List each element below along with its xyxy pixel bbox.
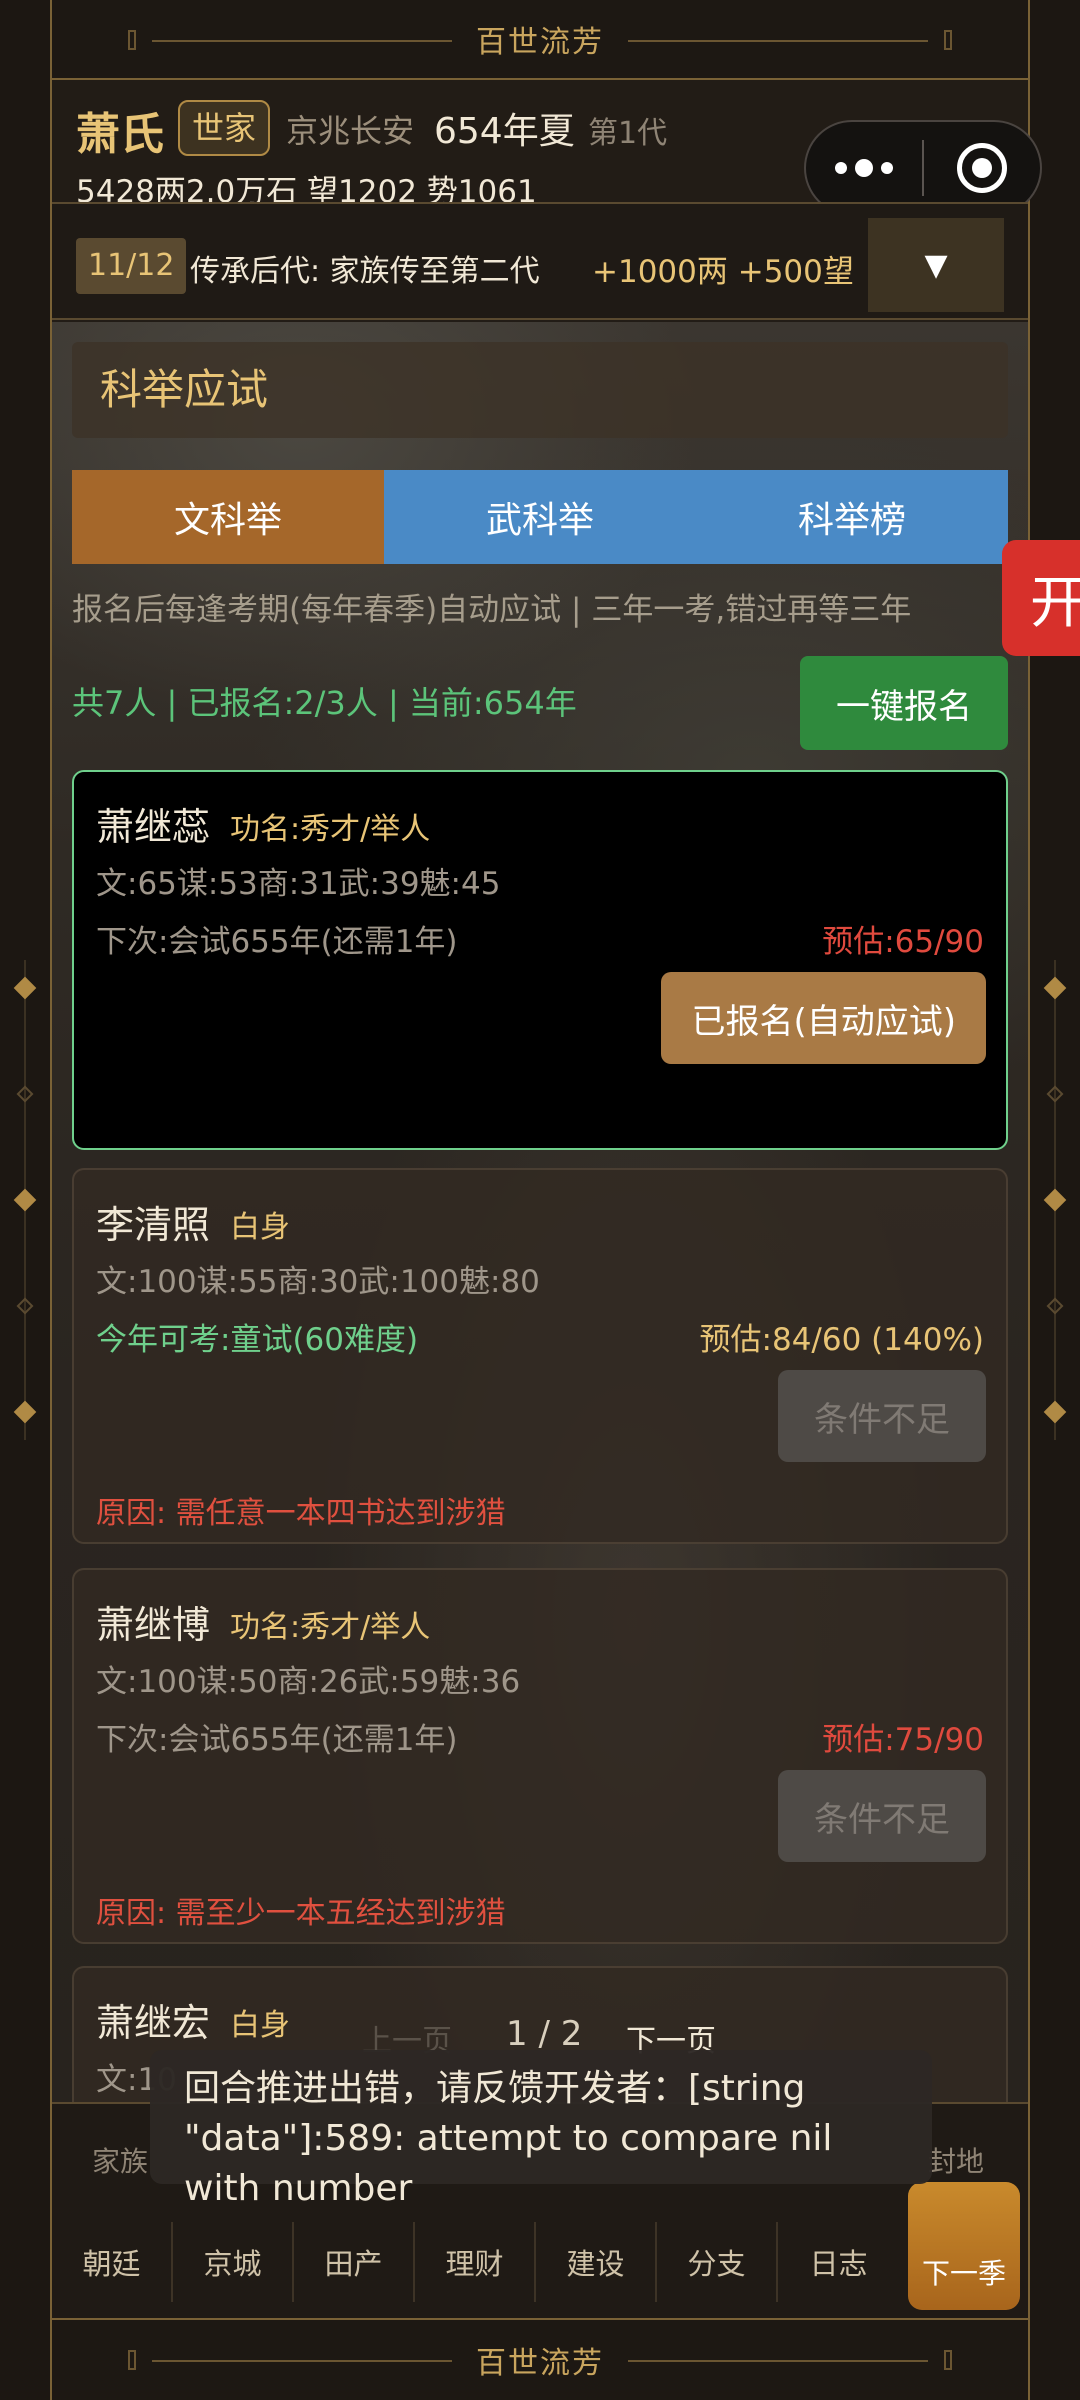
error-toast: 回合推进出错，请反馈开发者：[string "data"]:589: attem…: [150, 2050, 932, 2209]
clan-type-badge: 世家: [178, 100, 271, 156]
clan-name: 萧氏: [76, 109, 164, 160]
nav-item-court[interactable]: 朝廷: [52, 2222, 173, 2302]
task-bar: 11/12 传承后代: 家族传至第二代 +1000两 +500望 ▼: [52, 202, 1028, 320]
exam-notice: 报名后每逢考期(每年春季)自动应试 | 三年一考,错过再等三年: [72, 592, 912, 628]
task-reward: +1000两 +500望: [592, 254, 854, 290]
nav-item-log[interactable]: 日志: [778, 2222, 899, 2302]
candidate-estimate: 预估:75/90: [822, 1722, 984, 1758]
banner-title: 百世流芳: [466, 2338, 614, 2382]
candidate-next-exam: 下次:会试655年(还需1年): [96, 924, 458, 960]
candidate-rank: 功名:秀才/举人: [230, 1610, 431, 1645]
task-expand-button[interactable]: ▼: [868, 218, 1004, 312]
candidate-name: 萧继蕊: [96, 805, 211, 849]
insufficient-button[interactable]: 条件不足: [778, 1770, 986, 1862]
bottom-banner: 百世流芳: [52, 2318, 1028, 2400]
next-season-button[interactable]: 下一季: [908, 2182, 1020, 2310]
top-banner: 百世流芳: [52, 0, 1028, 80]
nav-item-farmland[interactable]: 田产: [294, 2222, 415, 2302]
clan-location: 京兆长安: [286, 112, 415, 150]
tab-exam-ranking[interactable]: 科举榜: [696, 470, 1008, 564]
nav-item-capital[interactable]: 京城: [173, 2222, 294, 2302]
candidate-estimate: 预估:65/90: [822, 924, 984, 960]
candidate-reason: 原因: 需任意一本四书达到涉猎: [96, 1496, 506, 1531]
candidate-next-exam: 今年可考:童试(60难度): [96, 1322, 419, 1358]
quick-signup-button[interactable]: 一键报名: [800, 656, 1008, 750]
candidate-estimate: 预估:84/60 (140%): [699, 1322, 984, 1358]
registered-button[interactable]: 已报名(自动应试): [661, 972, 986, 1064]
candidate-name: 萧继博: [96, 1603, 211, 1647]
generation: 第1代: [588, 116, 668, 151]
current-year: 654年夏: [434, 111, 575, 152]
candidate-card: 李清照 白身 文:100谋:55商:30武:100魅:80 今年可考:童试(60…: [72, 1168, 1008, 1544]
right-ornament: [1035, 960, 1075, 1440]
candidate-card: 萧继蕊 功名:秀才/举人 文:65谋:53商:31武:39魅:45 下次:会试6…: [72, 770, 1008, 1150]
task-description: 传承后代: 家族传至第二代: [190, 254, 540, 289]
exam-tabs: 文科举 武科举 科举榜: [72, 470, 1008, 564]
signup-summary: 共7人 | 已报名:2/3人 | 当前:654年: [72, 684, 577, 722]
tab-civil-exam[interactable]: 文科举: [72, 470, 384, 564]
candidate-name: 李清照: [96, 1203, 211, 1247]
tab-military-exam[interactable]: 武科举: [384, 470, 696, 564]
nav-fief[interactable]: 封地: [928, 2140, 984, 2180]
left-ornament: [5, 960, 45, 1440]
candidate-rank: 白身: [230, 1210, 290, 1245]
task-progress: 11/12: [76, 238, 187, 294]
nav-item-branch[interactable]: 分支: [657, 2222, 778, 2302]
section-title: 科举应试: [72, 342, 1008, 438]
candidate-attributes: 文:100谋:50商:26武:59魅:36: [96, 1664, 521, 1700]
nav-item-construction[interactable]: 建设: [536, 2222, 657, 2302]
nav-item-finance[interactable]: 理财: [415, 2222, 536, 2302]
banner-title: 百世流芳: [466, 17, 614, 61]
candidate-attributes: 文:100谋:55商:30武:100魅:80: [96, 1264, 540, 1300]
insufficient-button[interactable]: 条件不足: [778, 1370, 986, 1462]
candidate-next-exam: 下次:会试655年(还需1年): [96, 1722, 458, 1758]
page-indicator: 1 / 2: [506, 2014, 583, 2054]
nav-family[interactable]: 家族: [92, 2140, 148, 2180]
side-float-tab[interactable]: 开: [1002, 540, 1080, 656]
candidate-attributes: 文:65谋:53商:31武:39魅:45: [96, 866, 501, 902]
candidate-reason: 原因: 需至少一本五经达到涉猎: [96, 1896, 506, 1931]
candidate-rank: 功名:秀才/举人: [230, 812, 431, 847]
exam-panel: 科举应试 文科举 武科举 科举榜 报名后每逢考期(每年春季)自动应试 | 三年一…: [52, 322, 1028, 2102]
candidate-card: 萧继博 功名:秀才/举人 文:100谋:50商:26武:59魅:36 下次:会试…: [72, 1568, 1008, 1944]
